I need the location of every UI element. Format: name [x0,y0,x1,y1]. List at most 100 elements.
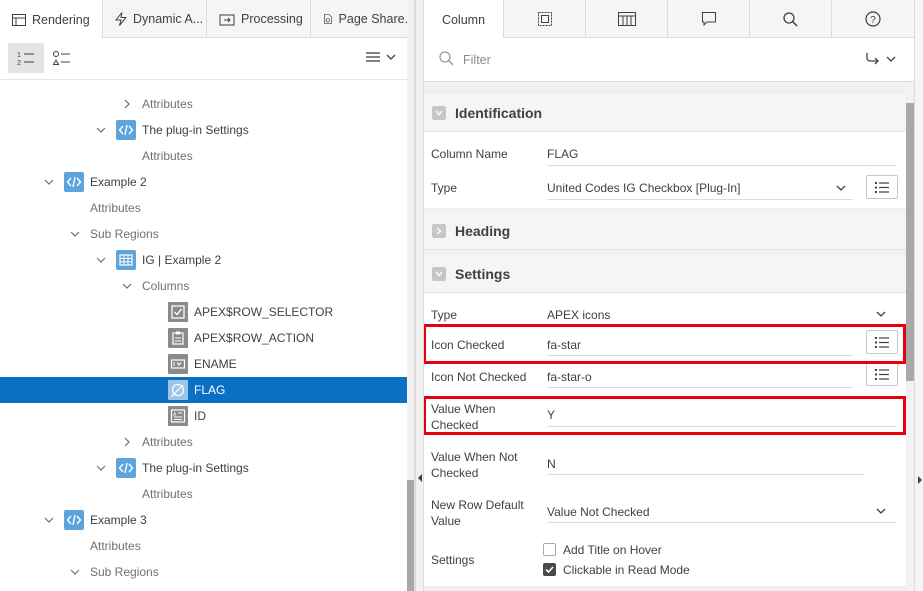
tree-node-label: Attributes [142,149,193,163]
prop-column-name: Column Name FLAG [424,132,906,166]
tree-node[interactable]: ENAME [0,351,407,377]
scrollbar-thumb[interactable] [407,480,414,591]
go-to-group-button[interactable] [865,52,896,66]
tree-node[interactable]: FLAG [0,377,407,403]
tab-dynamic-actions[interactable]: Dynamic A... [103,0,207,38]
prop-label: Type [431,181,458,195]
layout-icon [617,12,636,26]
chevron-right-icon[interactable] [120,435,134,449]
tree-node-label: Example 3 [90,513,147,527]
tree-node-label: IG | Example 2 [142,253,222,267]
collapse-left-icon[interactable] [417,474,423,482]
chevron-down-icon[interactable] [94,253,108,267]
column-name-field[interactable]: FLAG [547,146,578,162]
tree-menu-button[interactable] [366,51,396,63]
pane-splitter[interactable] [415,0,424,591]
tree-node[interactable]: Attributes [0,533,407,559]
tree-scrollbar[interactable] [407,0,414,591]
plugin-column-icon [168,380,188,400]
tree-node[interactable]: Example 3 [0,507,407,533]
checkmark-icon [545,566,554,574]
chevron-down-icon[interactable] [68,227,82,241]
clickable-read-mode-checkbox[interactable] [543,563,556,576]
group-header-heading[interactable]: Heading [424,212,906,250]
tree-node[interactable]: The plug-in Settings [0,455,407,481]
chevron-down-icon[interactable] [42,175,56,189]
tree-node[interactable]: APEX$ROW_SELECTOR [0,299,407,325]
code-icon [64,510,84,530]
tree-node[interactable]: IG | Example 2 [0,247,407,273]
group-header-identification[interactable]: Identification [424,94,906,132]
tree-node-label: Attributes [142,487,193,501]
settings-type-select[interactable]: APEX icons [547,307,610,323]
checkbox-label: Clickable in Read Mode [563,563,690,577]
list-icon [875,181,889,193]
tree-node-label: ID [194,409,206,423]
right-edge-handle[interactable] [914,0,923,591]
grid-icon [116,250,136,270]
chevron-down-icon[interactable] [876,310,886,318]
tab-search[interactable] [750,0,832,38]
tree-node[interactable]: Columns [0,273,407,299]
new-row-default-select[interactable]: Value Not Checked [547,504,650,520]
tree-node[interactable]: Attributes [0,429,407,455]
tab-rendering[interactable]: Rendering [0,0,103,39]
prop-new-row-default: New Row Default Value Value Not Checked [424,489,906,529]
tree-node[interactable]: Sub Regions [0,221,407,247]
chevron-down-icon [435,110,443,116]
search-icon [783,11,798,27]
tree-node[interactable]: The plug-in Settings [0,117,407,143]
tree-node-label: ENAME [194,357,237,371]
property-scrollbar[interactable] [906,83,914,591]
chevron-down-icon[interactable] [120,279,134,293]
component-view-button[interactable] [44,43,80,73]
processing-icon [219,14,235,26]
add-title-checkbox[interactable] [543,543,556,556]
prop-label: Icon Not Checked [431,370,527,384]
chevron-down-icon[interactable] [94,461,108,475]
tree-node[interactable]: Example 2 [0,169,407,195]
chevron-down-icon[interactable] [42,513,56,527]
type-select[interactable]: United Codes IG Checkbox [Plug-In] [547,180,740,196]
value-not-checked-field[interactable]: N [547,456,556,472]
prop-settings-options: Settings Add Title on Hover Clickable in… [424,537,906,591]
chevron-down-icon[interactable] [68,565,82,579]
prop-label: Value When Not Checked [431,450,518,480]
group-header-settings[interactable]: Settings [424,255,906,293]
chevron-down-icon[interactable] [836,184,846,192]
property-tab-bar: Column ? [424,0,914,39]
tree-node[interactable]: A ID [0,403,407,429]
tree-node[interactable]: Attributes [0,91,407,117]
tab-region[interactable] [504,0,586,38]
filter-input[interactable]: Filter [463,53,491,67]
help-icon: ? [865,11,881,27]
tree-node[interactable]: Attributes [0,143,407,169]
tab-processing[interactable]: Processing [207,0,311,38]
expand-right-icon[interactable] [917,476,923,484]
property-editor: Column ? Filter Identification Column Na… [424,0,923,591]
icon-not-checked-field[interactable]: fa-star-o [547,369,592,385]
tree-node-label: FLAG [194,383,226,397]
chevron-right-icon[interactable] [120,97,134,111]
tree-node[interactable]: Attributes [0,481,407,507]
type-lov-button[interactable] [866,175,898,199]
tab-column[interactable]: Column [424,0,504,39]
scrollbar-thumb[interactable] [906,103,914,381]
tree-node-label: Sub Regions [90,565,159,579]
tree-node[interactable]: APEX$ROW_ACTION [0,325,407,351]
tree-node[interactable]: Attributes [0,195,407,221]
chevron-down-icon[interactable] [94,123,108,137]
tree-view-button[interactable]: 12 [8,43,44,73]
tree-node[interactable]: Sub Regions [0,559,407,585]
prop-label: New Row Default Value [431,498,524,528]
menu-icon [366,52,380,62]
tab-comments[interactable] [668,0,750,38]
chevron-down-icon[interactable] [876,507,886,515]
tree-node-label: Attributes [142,435,193,449]
group-identification: Identification Column Name FLAG Type Uni… [424,94,906,208]
tab-layout[interactable] [586,0,668,38]
tab-page-shared-components[interactable]: Page Share... [311,0,414,38]
highlight-value-checked [424,396,906,435]
icon-not-checked-lov-button[interactable] [866,362,898,386]
tab-help[interactable]: ? [832,0,914,38]
